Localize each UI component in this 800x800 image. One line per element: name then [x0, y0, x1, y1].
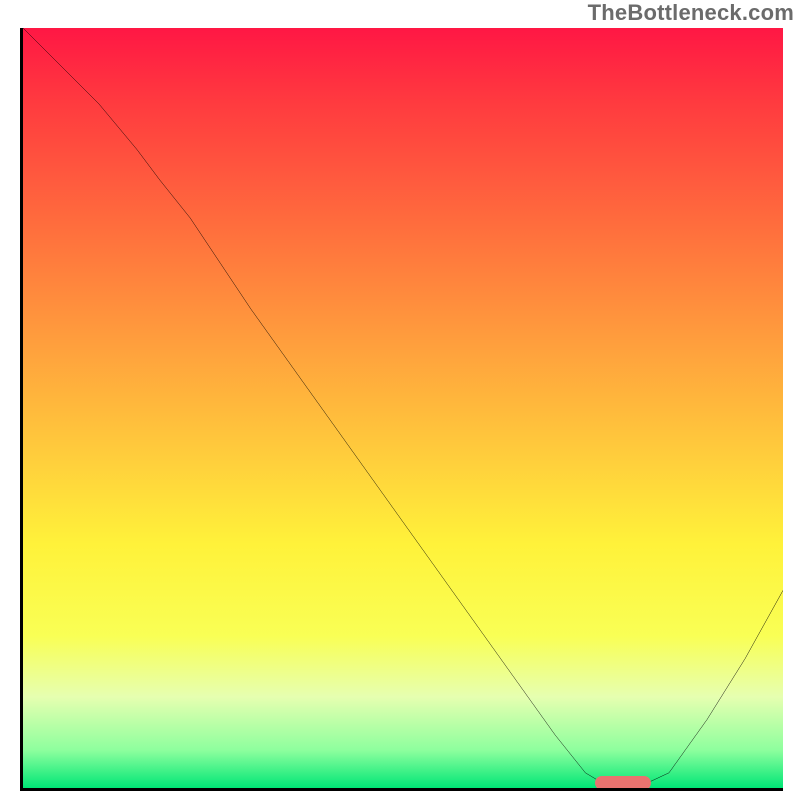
optimal-marker — [595, 776, 651, 790]
bottleneck-curve — [23, 28, 783, 788]
watermark-text: TheBottleneck.com — [588, 0, 794, 26]
plot-area — [20, 28, 783, 791]
chart-container: TheBottleneck.com — [0, 0, 800, 800]
